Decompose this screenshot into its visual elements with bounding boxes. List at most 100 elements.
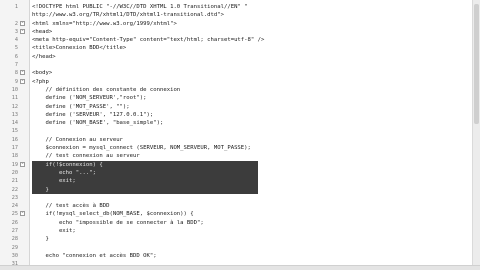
fold-toggle-icon[interactable]: -: [20, 70, 25, 76]
code-line[interactable]: 13 define ('SERVEUR', "127.0.0.1");: [0, 111, 480, 119]
code-text: exit;: [32, 228, 76, 235]
code-line[interactable]: 9- <?php: [0, 78, 480, 86]
vertical-scrollbar[interactable]: [472, 0, 480, 270]
code-line[interactable]: 8- <body>: [0, 69, 480, 77]
code-line[interactable]: 22 }: [0, 185, 480, 194]
code-text: echo "...";: [32, 169, 96, 176]
code-line[interactable]: 11 define ('NOM_SERVEUR',"root");: [0, 94, 480, 102]
line-number: 10: [11, 86, 18, 93]
line-number: 8: [14, 70, 18, 77]
code-text: <!DOCTYPE html PUBLIC "-//W3C//DTD XHTML…: [32, 4, 248, 10]
code-line[interactable]: 19- if(!$connexion) {: [0, 160, 480, 169]
line-number: 18: [11, 153, 18, 160]
line-number: 20: [11, 169, 18, 176]
code-text: <title>Connexion BDD</title>: [32, 45, 127, 52]
line-number: 23: [11, 194, 18, 201]
code-line[interactable]: 10 // définition des constante de connex…: [0, 86, 480, 94]
code-line[interactable]: http://www.w3.org/TR/xhtml1/DTD/xhtml1-t…: [0, 11, 480, 19]
code-line[interactable]: 2- <html xmlns="http://www.w3.org/1999/xh…: [0, 20, 480, 28]
code-line[interactable]: 28 }: [0, 235, 480, 243]
line-number: 1: [14, 4, 18, 10]
code-line[interactable]: 20 echo "...";: [0, 168, 480, 178]
code-text: // test connexion au serveur: [32, 153, 140, 160]
line-number: 27: [11, 228, 18, 235]
code-text: <?php: [32, 78, 49, 85]
code-line[interactable]: 3- <head>: [0, 28, 480, 36]
code-line[interactable]: 23: [0, 194, 480, 202]
line-number: 28: [11, 236, 18, 243]
code-line[interactable]: 7: [0, 61, 480, 69]
code-line[interactable]: 15: [0, 127, 480, 135]
fold-toggle-icon[interactable]: -: [20, 161, 25, 167]
code-text: </head>: [32, 53, 56, 60]
line-number: 12: [11, 103, 18, 110]
code-line[interactable]: 26 echo "impossible de se connecter à la…: [0, 219, 480, 227]
line-number: 22: [11, 186, 18, 193]
line-number: 17: [11, 145, 18, 152]
fold-toggle-icon[interactable]: -: [20, 28, 25, 34]
code-text: // test accès à BDD: [32, 203, 110, 210]
code-line[interactable]: 6 </head>: [0, 53, 480, 61]
line-number: 25: [11, 211, 18, 218]
code-text: }: [32, 186, 49, 193]
code-line[interactable]: 18 // test connexion au serveur: [0, 152, 480, 160]
line-number: 7: [14, 62, 18, 69]
line-number: 5: [14, 45, 18, 52]
code-text: define ('MOT_PASSE', "");: [32, 103, 130, 110]
code-line[interactable]: 4 <meta http-equiv="Content-Type" content…: [0, 36, 480, 44]
line-number: 30: [11, 252, 18, 259]
fold-toggle-icon[interactable]: -: [20, 78, 25, 84]
code-text: // définition des constante de connexion: [32, 86, 181, 93]
code-line[interactable]: 25- if(!mysql_select_db(NOM_BASE, $conne…: [0, 210, 480, 218]
code-text: <head>: [32, 28, 53, 35]
code-text: define ('NOM_BASE', "base_simple");: [32, 120, 164, 127]
selection-highlight: [32, 185, 258, 194]
line-number: 9: [14, 78, 18, 85]
code-lines[interactable]: 1 <!DOCTYPE html PUBLIC "-//W3C//DTD XHTM…: [0, 3, 480, 270]
line-number: 21: [11, 178, 18, 185]
scrollbar-thumb[interactable]: [474, 4, 479, 124]
code-text: }: [32, 236, 49, 243]
code-text: define ('SERVEUR', "127.0.0.1");: [32, 111, 154, 118]
code-line[interactable]: 16 // Connexion au serveur: [0, 136, 480, 144]
code-text: echo "connexion et accès BDD OK";: [32, 252, 157, 259]
line-number: 6: [14, 53, 18, 60]
code-text: <html xmlns="http://www.w3.org/1999/xhtm…: [32, 20, 177, 27]
code-text: exit;: [32, 178, 76, 185]
code-text: if(!$connexion) {: [32, 161, 103, 168]
line-number: 11: [11, 95, 18, 102]
code-line[interactable]: 17 $connexion = mysql_connect (SERVEUR, …: [0, 144, 480, 152]
line-number: 14: [11, 120, 18, 127]
code-line[interactable]: 12 define ('MOT_PASSE', "");: [0, 103, 480, 111]
code-text: echo "impossible de se connecter à la BD…: [32, 219, 204, 226]
code-line[interactable]: 27 exit;: [0, 227, 480, 235]
line-number: 13: [11, 111, 18, 118]
line-number: 19: [11, 161, 18, 168]
code-line[interactable]: 30 echo "connexion et accès BDD OK";: [0, 252, 480, 260]
fold-toggle-icon[interactable]: -: [20, 211, 25, 217]
line-number: 29: [11, 244, 18, 251]
code-text: <meta http-equiv="Content-Type" content=…: [32, 37, 265, 44]
status-bar: [0, 265, 480, 270]
fold-toggle-icon[interactable]: -: [20, 20, 25, 26]
line-number: 16: [11, 136, 18, 143]
code-editor[interactable]: 1 <!DOCTYPE html PUBLIC "-//W3C//DTD XHTM…: [0, 0, 480, 270]
code-text: $connexion = mysql_connect (SERVEUR, NOM…: [32, 145, 251, 152]
line-number: 3: [14, 28, 18, 35]
line-number: 4: [14, 37, 18, 44]
code-line[interactable]: 5 <title>Connexion BDD</title>: [0, 44, 480, 52]
code-line[interactable]: 14 define ('NOM_BASE', "base_simple");: [0, 119, 480, 127]
code-line[interactable]: 29: [0, 244, 480, 252]
code-text: http://www.w3.org/TR/xhtml1/DTD/xhtml1-t…: [32, 12, 224, 19]
code-line[interactable]: 21 exit;: [0, 177, 480, 186]
line-number: 2: [14, 20, 18, 27]
line-number: 24: [11, 203, 18, 210]
code-text: // Connexion au serveur: [32, 136, 123, 143]
code-text: if(!mysql_select_db(NOM_BASE, $connexion…: [32, 211, 194, 218]
line-number: 15: [11, 128, 18, 135]
code-text: <body>: [32, 70, 53, 77]
code-text: define ('NOM_SERVEUR',"root");: [32, 95, 147, 102]
line-number: 26: [11, 219, 18, 226]
code-line[interactable]: 24 // test accès à BDD: [0, 202, 480, 210]
code-line[interactable]: 1 <!DOCTYPE html PUBLIC "-//W3C//DTD XHTM…: [0, 3, 480, 11]
